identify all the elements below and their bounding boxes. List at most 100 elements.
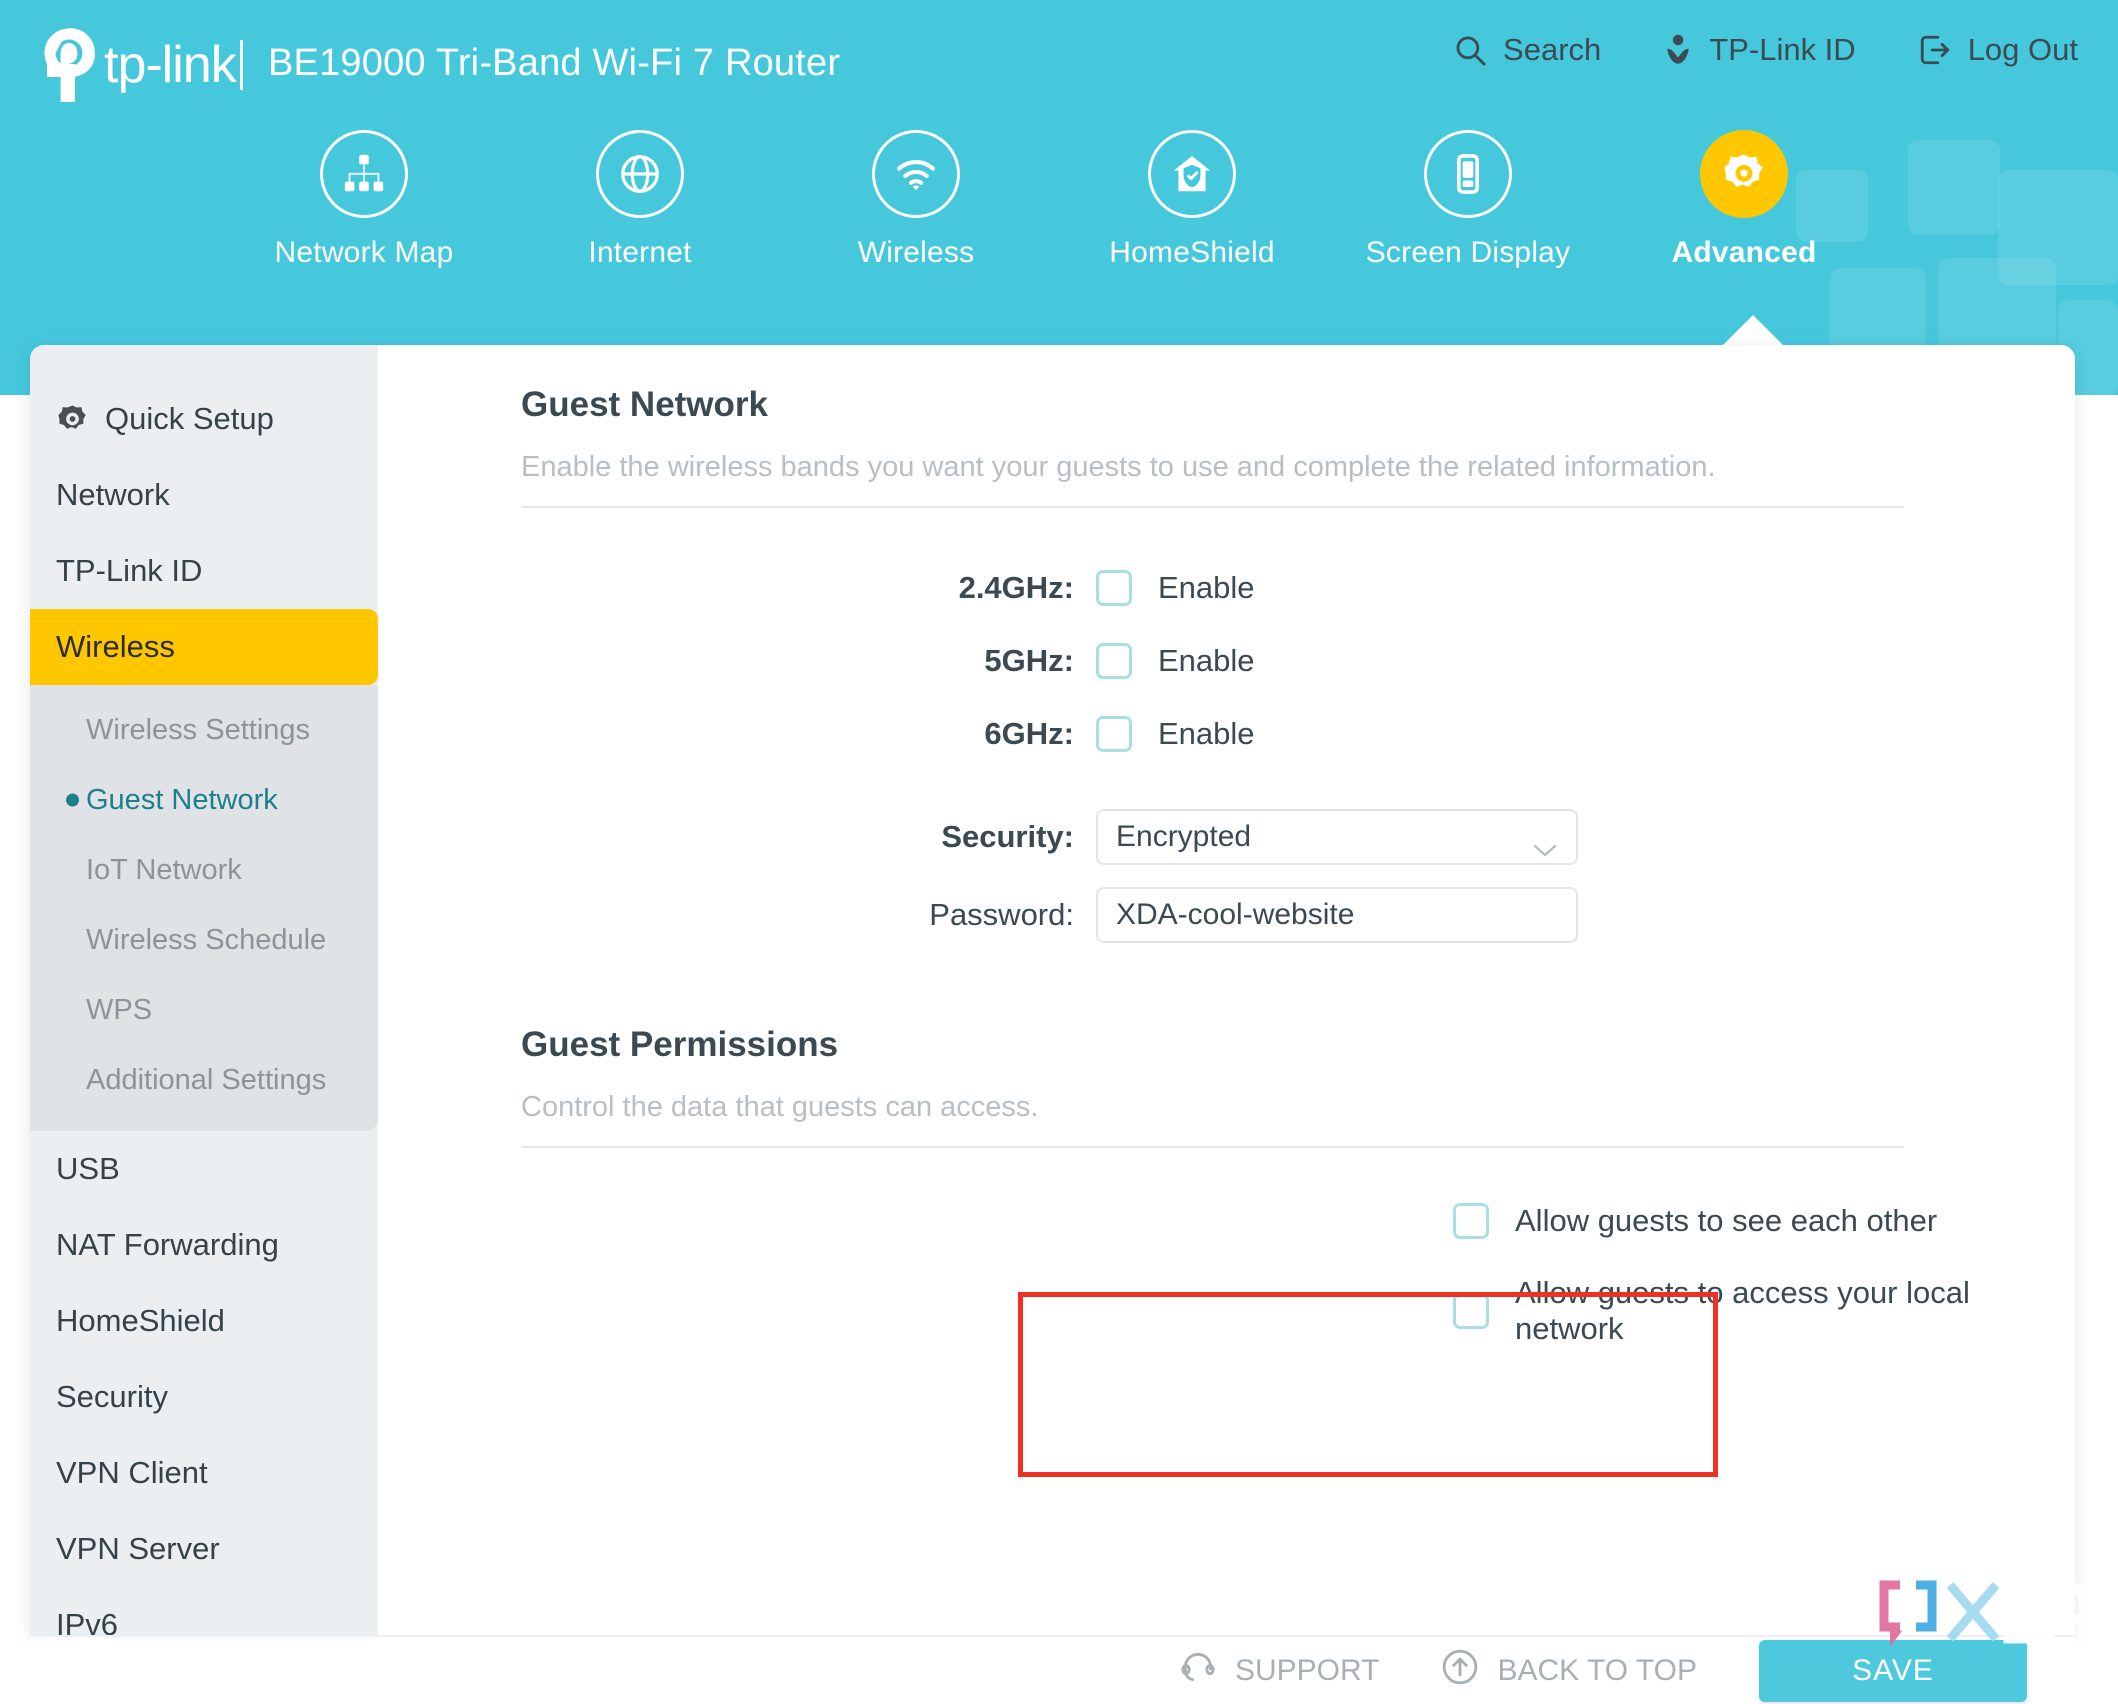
sidebar-item-nat-forwarding[interactable]: NAT Forwarding <box>30 1207 378 1283</box>
sidebar-item-label: VPN Client <box>56 1455 208 1490</box>
tp-link-logo[interactable]: tp-link <box>36 26 237 104</box>
tab-screen-display[interactable]: Screen Display <box>1330 130 1606 325</box>
guest-permissions-title: Guest Permissions <box>521 1025 839 1064</box>
section-divider <box>521 1146 1904 1148</box>
sidebar-menu: Quick Setup Network TP-Link ID Wireless … <box>30 345 378 1635</box>
tab-homeshield[interactable]: HomeShield <box>1054 130 1330 325</box>
sidebar-item-security[interactable]: Security <box>30 1359 378 1435</box>
main-nav-tabs: Network Map Internet Wireless HomeShield… <box>0 130 2118 325</box>
sidebar-item-wireless[interactable]: Wireless <box>30 609 378 685</box>
sidebar-submenu-wireless: Wireless Settings Guest Network IoT Netw… <box>30 685 378 1131</box>
sidebar-item-homeshield[interactable]: HomeShield <box>30 1283 378 1359</box>
gear-icon <box>56 403 89 436</box>
tab-internet[interactable]: Internet <box>502 130 778 325</box>
search-icon <box>1453 33 1487 67</box>
sidebar-item-label: Security <box>56 1379 168 1414</box>
user-icon <box>1663 33 1693 67</box>
logout-label: Log Out <box>1967 32 2078 67</box>
tab-advanced[interactable]: Advanced <box>1606 130 1882 325</box>
guest-permissions-description: Control the data that guests can access. <box>521 1091 1039 1123</box>
sidebar-subitem-label: Wireless Schedule <box>86 923 327 956</box>
current-page-dot-icon <box>66 793 79 807</box>
support-label: SUPPORT <box>1234 1653 1380 1687</box>
band-row-24ghz: 2.4GHz: Enable <box>378 570 2075 606</box>
sidebar-item-label: HomeShield <box>56 1303 225 1338</box>
sidebar-item-label: Wireless <box>56 629 175 664</box>
sidebar-subitem-wireless-schedule[interactable]: Wireless Schedule <box>30 905 378 975</box>
logout-icon <box>1918 33 1952 67</box>
band-row-5ghz: 5GHz: Enable <box>378 643 2075 679</box>
sidebar-item-label: USB <box>56 1151 120 1186</box>
chevron-down-icon <box>1533 831 1557 857</box>
support-button[interactable]: SUPPORT <box>1179 1648 1379 1694</box>
save-button[interactable]: SAVE <box>1759 1639 2027 1702</box>
sidebar-item-usb[interactable]: USB <box>30 1131 378 1207</box>
sidebar-item-vpn-server[interactable]: VPN Server <box>30 1511 378 1587</box>
checkbox-label-24ghz: Enable <box>1158 570 1255 605</box>
sidebar-item-tp-link-id[interactable]: TP-Link ID <box>30 533 378 609</box>
search-button[interactable]: Search <box>1453 32 1601 68</box>
sidebar-subitem-label: Wireless Settings <box>86 713 311 746</box>
app-header: tp-link BE19000 Tri-Band Wi-Fi 7 Router … <box>0 0 2118 395</box>
sidebar-subitem-label: Guest Network <box>86 783 278 816</box>
security-label: Security: <box>941 819 1074 854</box>
password-value: XDA-cool-website <box>1116 898 1355 931</box>
tab-label: Advanced <box>1671 236 1817 269</box>
footer-bar: SUPPORT BACK TO TOP SAVE <box>30 1635 2075 1704</box>
checkbox-enable-5ghz[interactable] <box>1096 643 1132 679</box>
sidebar-item-label: IPv6 <box>56 1607 119 1635</box>
back-to-top-button[interactable]: BACK TO TOP <box>1441 1648 1697 1694</box>
section-divider <box>521 506 1904 508</box>
password-row: Password: XDA-cool-website <box>378 887 2075 943</box>
brand-row: tp-link BE19000 Tri-Band Wi-Fi 7 Router … <box>0 0 2118 130</box>
sidebar-subitem-label: WPS <box>86 993 153 1026</box>
tp-link-id-label: TP-Link ID <box>1709 32 1856 67</box>
checkbox-allow-guests-see-each-other[interactable] <box>1453 1203 1489 1239</box>
screen-display-icon <box>1424 130 1512 218</box>
sidebar-subitem-wps[interactable]: WPS <box>30 975 378 1045</box>
sidebar-subitem-wireless-settings[interactable]: Wireless Settings <box>30 695 378 765</box>
permission-row-see-each-other: Allow guests to see each other <box>1453 1203 2075 1239</box>
sidebar-item-network[interactable]: Network <box>30 457 378 533</box>
router-model-title: BE19000 Tri-Band Wi-Fi 7 Router <box>268 42 841 84</box>
wifi-icon <box>872 130 960 218</box>
band-label-24ghz: 2.4GHz: <box>958 570 1074 605</box>
sidebar-subitem-additional-settings[interactable]: Additional Settings <box>30 1045 378 1115</box>
checkbox-label-6ghz: Enable <box>1158 716 1255 751</box>
header-actions: Search TP-Link ID Log Out <box>1453 32 2078 68</box>
sidebar-subitem-guest-network[interactable]: Guest Network <box>30 765 378 835</box>
sidebar-item-label: Quick Setup <box>105 401 274 436</box>
gear-icon <box>1700 130 1788 218</box>
password-input[interactable]: XDA-cool-website <box>1096 887 1578 943</box>
sidebar-item-quick-setup[interactable]: Quick Setup <box>30 381 378 457</box>
checkbox-label-5ghz: Enable <box>1158 643 1255 678</box>
sidebar-item-label: NAT Forwarding <box>56 1227 279 1262</box>
arrow-up-circle-icon <box>1441 1648 1479 1694</box>
band-label-6ghz: 6GHz: <box>984 716 1074 751</box>
brand-divider <box>240 40 243 90</box>
checkbox-allow-guests-access-local-network[interactable] <box>1453 1293 1489 1329</box>
security-value: Encrypted <box>1116 820 1252 853</box>
tp-link-id-button[interactable]: TP-Link ID <box>1663 32 1856 68</box>
sidebar-item-vpn-client[interactable]: VPN Client <box>30 1435 378 1511</box>
band-row-6ghz: 6GHz: Enable <box>378 716 2075 752</box>
sidebar-subitem-iot-network[interactable]: IoT Network <box>30 835 378 905</box>
sidebar-item-ipv6[interactable]: IPv6 <box>30 1587 378 1635</box>
content-card: Quick Setup Network TP-Link ID Wireless … <box>30 345 2075 1635</box>
security-select[interactable]: Encrypted <box>1096 809 1578 865</box>
checkbox-enable-24ghz[interactable] <box>1096 570 1132 606</box>
globe-icon <box>596 130 684 218</box>
sidebar-item-label: VPN Server <box>56 1531 220 1566</box>
checkbox-enable-6ghz[interactable] <box>1096 716 1132 752</box>
tab-label: HomeShield <box>1109 236 1275 269</box>
permission-row-access-local-network: Allow guests to access your local networ… <box>1453 1275 2075 1347</box>
permission-label-access-local-network: Allow guests to access your local networ… <box>1515 1275 1970 1346</box>
guest-network-description: Enable the wireless bands you want your … <box>521 451 1716 483</box>
brand-wordmark: tp-link <box>104 36 237 94</box>
logout-button[interactable]: Log Out <box>1918 32 2078 68</box>
tab-network-map[interactable]: Network Map <box>226 130 502 325</box>
home-shield-icon <box>1148 130 1236 218</box>
sidebar-subitem-label: Additional Settings <box>86 1063 327 1096</box>
tab-label: Internet <box>588 236 692 269</box>
tab-wireless[interactable]: Wireless <box>778 130 1054 325</box>
